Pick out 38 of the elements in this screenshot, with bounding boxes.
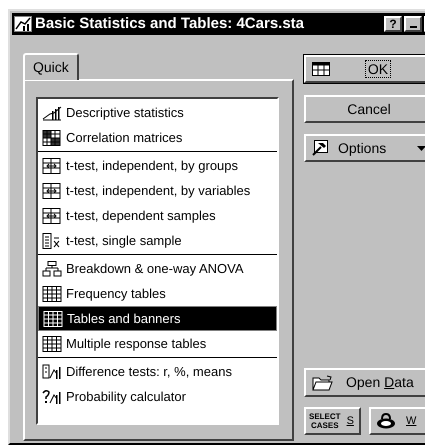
list-item[interactable]: Multiple response tables [38, 331, 277, 356]
table-icon [42, 286, 62, 302]
column-icon [42, 232, 62, 248]
list-item[interactable]: t-test, single sample [38, 228, 277, 253]
table-icon [312, 62, 330, 76]
tab[interactable]: Quick [23, 53, 79, 80]
list-item[interactable]: t-test, dependent samples [38, 203, 277, 228]
list-item[interactable]: Descriptive statistics [38, 100, 277, 125]
list-item[interactable]: Difference tests: r, %, means [38, 359, 277, 384]
table-icon [42, 336, 62, 352]
list-item[interactable]: Correlation matrices [38, 125, 277, 150]
open-data-button[interactable]: Open Data [304, 368, 425, 397]
table-icon [42, 182, 62, 198]
list-item[interactable]: Tables and banners [38, 306, 277, 331]
bar-chart-icon [42, 104, 62, 120]
table-icon [42, 158, 62, 174]
list-item[interactable]: Breakdown & one-way ANOVA [38, 256, 277, 281]
hammer-icon [312, 140, 328, 156]
list-item[interactable]: Probability calculator [38, 384, 277, 409]
chart-icon [42, 364, 62, 380]
table-icon [43, 310, 63, 326]
help-button[interactable]: ? [384, 16, 402, 32]
window-title: Basic Statistics and Tables: 4Cars.sta [35, 14, 306, 34]
minimize-button[interactable] [404, 16, 422, 32]
ok-button[interactable]: OK [304, 55, 425, 83]
options-button[interactable]: Options [304, 134, 425, 162]
question-chart-icon [42, 388, 62, 404]
list-item[interactable]: t-test, independent, by groups [38, 153, 277, 178]
weight-icon [376, 413, 396, 429]
list-item[interactable]: t-test, independent, by variables [38, 178, 277, 203]
grid-icon [42, 130, 62, 146]
folder-icon [312, 374, 334, 390]
table-icon [42, 208, 62, 224]
dropdown-arrow-icon [417, 146, 425, 150]
weight-button[interactable]: W [369, 407, 425, 435]
cancel-button[interactable]: Cancel [304, 95, 425, 123]
list-item[interactable]: Frequency tables [38, 281, 277, 306]
tree-icon [42, 260, 62, 276]
